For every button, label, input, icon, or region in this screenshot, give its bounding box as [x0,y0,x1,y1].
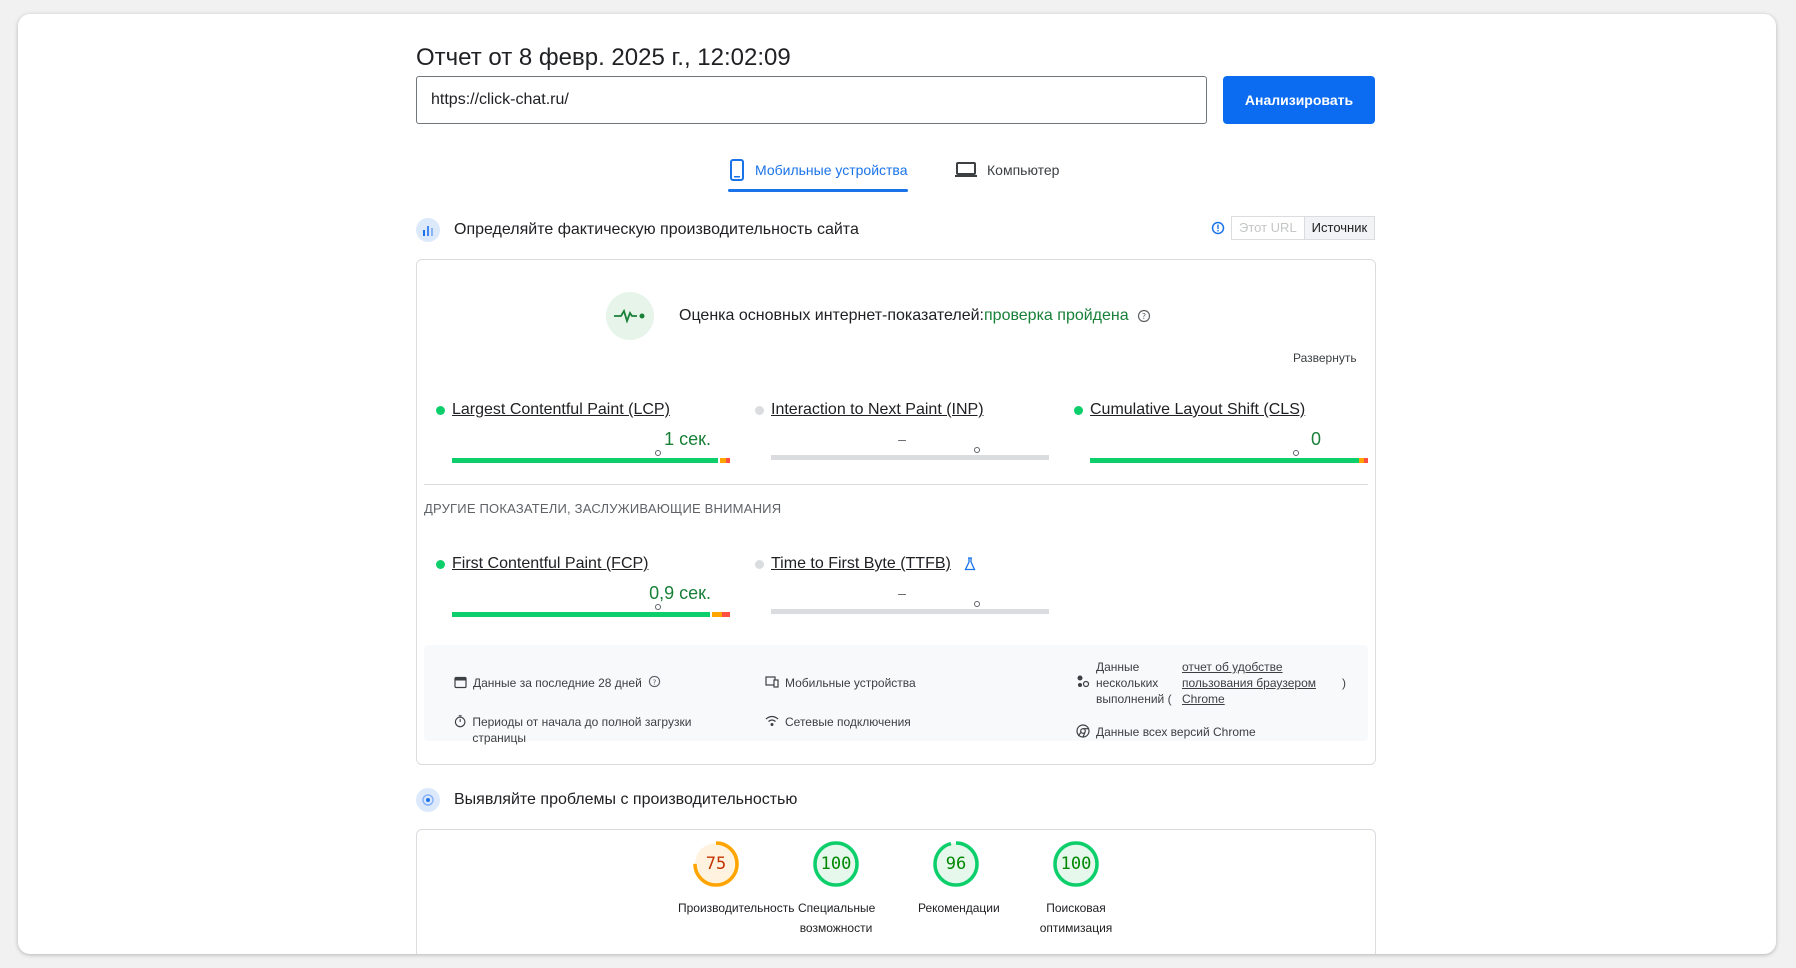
field-section-header: Определяйте фактическую производительнос… [416,218,859,242]
metric-fcp-value: 0,9 сек. [649,583,711,603]
help-icon[interactable]: ? [648,675,661,688]
metric-lcp: Largest Contentful Paint (LCP) 1 сек. [436,401,730,464]
ttfb-bar [771,609,1049,614]
lcp-bar [452,458,730,463]
cwv-status: проверка пройдена [984,307,1129,324]
score-value: 75 [705,854,727,874]
metric-ttfb-value: – [898,585,906,601]
inp-bar [771,455,1049,460]
tab-desktop[interactable]: Компьютер [954,152,1059,188]
report-card: Отчет от 8 февр. 2025 г., 12:02:09 Анали… [18,14,1776,954]
status-dot-none [755,559,764,569]
page-title: Отчет от 8 февр. 2025 г., 12:02:09 [416,44,791,71]
score-value: 100 [820,854,852,874]
scores-row: 75 Производительность 100 Специальные возмо… [656,840,1136,938]
metric-inp: Interaction to Next Paint (INP) – [755,401,1049,461]
p75-marker [655,450,661,456]
devices-icon [765,676,779,688]
status-dot-good [436,405,445,415]
field-heading: Определяйте фактическую производительнос… [454,221,859,238]
metric-inp-value: – [898,431,906,447]
score-value: 96 [945,854,967,874]
score-gauge-ring: 100 [1052,840,1100,888]
cls-bar [1090,458,1368,463]
metric-fcp: First Contentful Paint (FCP) 0,9 сек. [436,555,730,618]
info-duration: Периоды от начала до полной загрузки стр… [454,714,734,746]
p75-marker [655,604,661,610]
info-devices: Мобильные устройства [765,675,916,691]
svg-text:?: ? [652,677,656,686]
vitals-pulse-icon [606,292,654,340]
metric-cls-name[interactable]: Cumulative Layout Shift (CLS) [1074,401,1374,419]
lab-section-header: Выявляйте проблемы с производительностью [416,788,797,812]
metric-fcp-distribution [452,604,730,618]
score-gauge[interactable]: 75 Производительность [656,840,795,938]
info-network: Сетевые подключения [765,714,911,730]
users-icon [1077,675,1090,688]
metric-ttfb: Time to First Byte (TTFB) – [755,555,1049,615]
fcp-bar [452,612,730,617]
metric-inp-name[interactable]: Interaction to Next Paint (INP) [755,401,1048,419]
metric-lcp-value: 1 сек. [664,429,711,449]
score-label: Производительность [678,901,795,915]
smartphone-icon [730,159,744,181]
status-dot-none [755,405,764,415]
analyze-button[interactable]: Анализировать [1223,76,1375,124]
calendar-icon [454,676,467,689]
divider [424,484,1368,485]
score-label: Специальные возможности [798,901,876,935]
p75-marker [974,447,980,453]
lab-heading: Выявляйте проблемы с производительностью [454,791,798,808]
cwv-assessment: Оценка основных интернет-показателей: пр… [679,307,1151,325]
metric-fcp-name[interactable]: First Contentful Paint (FCP) [436,555,729,573]
score-gauge-ring: 100 [812,840,860,888]
score-label: Поисковая оптимизация [1039,901,1113,935]
metric-inp-distribution [771,447,1049,461]
status-dot-good [1074,405,1083,415]
expand-link[interactable]: Развернуть [1293,351,1357,365]
score-label: Рекомендации [918,901,1000,915]
diagnostics-icon [416,788,440,812]
chrome-icon [1076,724,1090,738]
metric-cls-distribution [1090,450,1368,464]
info-icon[interactable] [1211,221,1225,235]
wifi-icon [765,715,779,726]
score-gauge[interactable]: 96 Рекомендации [896,840,1016,938]
status-dot-good [436,559,445,569]
p75-marker [1293,450,1299,456]
laptop-icon [955,162,977,177]
metric-cls: Cumulative Layout Shift (CLS) 0 [1074,401,1374,464]
svg-text:?: ? [1142,312,1146,321]
info-versions: Данные всех версий Chrome [1076,724,1256,740]
metric-lcp-distribution [452,450,730,464]
origin-toggle[interactable]: Источник [1303,217,1375,239]
url-origin-toggle: Этот URL Источник [1231,216,1376,240]
chart-icon [416,218,440,242]
help-icon[interactable]: ? [1137,309,1151,323]
score-gauge-ring: 75 [692,840,740,888]
info-samples: Данные нескольких выполнений ( отчет об … [1076,659,1346,707]
other-metrics-heading: ДРУГИЕ ПОКАЗАТЕЛИ, ЗАСЛУЖИВАЮЩИЕ ВНИМАНИ… [424,501,782,516]
score-value: 100 [1060,854,1092,874]
p75-marker [974,601,980,607]
metric-ttfb-distribution [771,601,1049,615]
crux-report-link[interactable]: отчет об удобстве пользования браузером … [1182,659,1322,707]
stopwatch-icon [454,715,466,728]
metric-lcp-name[interactable]: Largest Contentful Paint (LCP) [436,401,729,419]
cwv-label: Оценка основных интернет-показателей: [679,307,984,324]
url-input[interactable] [416,76,1207,124]
score-gauge[interactable]: 100 Поисковая оптимизация [1016,840,1136,938]
this-url-toggle[interactable]: Этот URL [1232,217,1304,239]
tab-mobile[interactable]: Мобильные устройства [728,152,908,192]
tab-desktop-label: Компьютер [987,162,1060,178]
score-gauge-ring: 96 [932,840,980,888]
metric-cls-value: 0 [1310,429,1321,449]
info-period: Данные за последние 28 дней ? [454,675,661,691]
metric-ttfb-name[interactable]: Time to First Byte (TTFB) [755,555,1048,573]
score-gauge[interactable]: 100 Специальные возможности [776,840,896,938]
tab-mobile-label: Мобильные устройства [755,162,908,178]
flask-icon [964,557,976,571]
